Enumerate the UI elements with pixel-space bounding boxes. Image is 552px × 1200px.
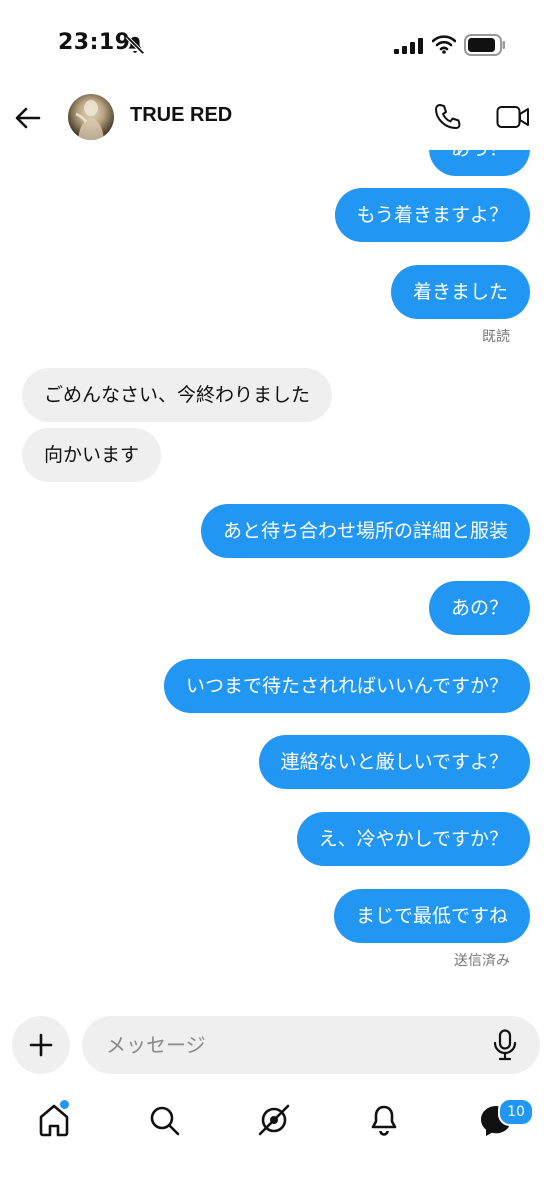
message-bubble-outgoing[interactable]: もう着きますよ？	[334, 188, 530, 242]
phone-icon[interactable]	[432, 102, 462, 132]
status-time: 23:19	[58, 30, 131, 55]
wifi-icon	[432, 35, 456, 54]
contact-name[interactable]: TRUE RED	[130, 104, 232, 127]
read-receipt: 既読	[482, 329, 510, 345]
message-bubble-outgoing[interactable]: あと待ち合わせ場所の詳細と服装	[200, 504, 530, 558]
tab-search[interactable]	[144, 1100, 184, 1140]
add-attachment-button[interactable]	[12, 1016, 70, 1074]
microphone-icon[interactable]	[492, 1029, 518, 1061]
message-bubble-outgoing[interactable]: 連絡ないと厳しいですよ？	[258, 735, 530, 789]
messages-unread-badge: 10	[498, 1098, 534, 1126]
message-bubble-outgoing[interactable]: 着きました	[390, 265, 530, 319]
bell-icon	[371, 1105, 397, 1136]
video-camera-icon[interactable]	[496, 104, 530, 130]
avatar[interactable]	[68, 94, 114, 140]
message-input[interactable]	[82, 1016, 540, 1074]
compass-icon	[258, 1104, 290, 1136]
message-bubble-incoming[interactable]: ごめんなさい、今終わりました	[22, 368, 333, 422]
message-bubble-outgoing[interactable]: まじで最低ですね	[333, 889, 530, 943]
tab-notifications[interactable]	[364, 1100, 404, 1140]
sent-receipt: 送信済み	[454, 953, 510, 969]
message-thread[interactable]: あっ？ もう着きますよ？ 着きました 既読 ごめんなさい、今終わりました 向かい…	[0, 150, 552, 1000]
tab-explore[interactable]	[254, 1100, 294, 1140]
message-bubble-outgoing[interactable]: あっ？	[428, 150, 530, 176]
back-arrow-icon[interactable]	[14, 104, 42, 132]
bell-muted-icon	[125, 35, 145, 55]
message-bubble-outgoing[interactable]: いつまで待たされればいいんですか？	[163, 659, 530, 713]
bottom-tab-bar: 10	[0, 1090, 552, 1200]
message-bubble-outgoing[interactable]: あの？	[428, 581, 530, 635]
home-notification-dot	[60, 1100, 69, 1109]
battery-icon	[464, 34, 505, 56]
message-composer	[0, 1010, 552, 1080]
search-icon	[150, 1106, 180, 1136]
message-bubble-incoming[interactable]: 向かいます	[22, 428, 162, 482]
chat-header: TRUE RED	[0, 92, 552, 152]
plus-icon	[29, 1033, 53, 1057]
status-bar: 23:19	[0, 0, 552, 92]
message-bubble-outgoing[interactable]: え、冷やかしですか？	[296, 812, 530, 866]
signal-icon	[394, 38, 423, 54]
